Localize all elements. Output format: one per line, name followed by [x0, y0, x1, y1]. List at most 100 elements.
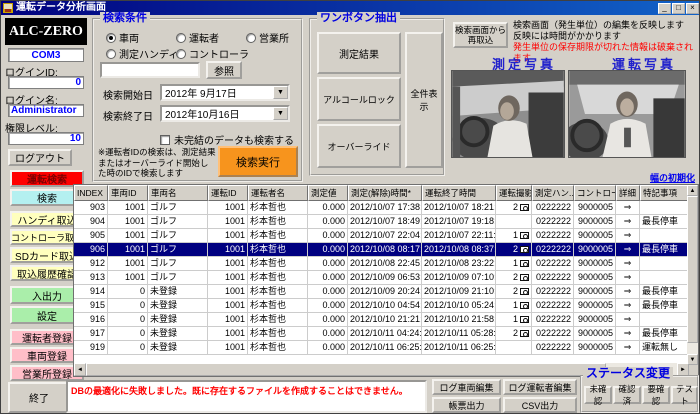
radio-driver[interactable]: 運転者 — [176, 30, 219, 45]
table-cell-value: 0.000 — [308, 327, 348, 341]
log-driver-edit-button[interactable]: ログ運転者編集 — [503, 379, 577, 395]
column-header-detail[interactable]: 詳細 — [616, 185, 640, 201]
table-cell-vehicle_name: 未登録 — [148, 327, 208, 341]
table-cell-note: 運転無し — [640, 341, 689, 355]
table-cell-end_time: 2012/10/08 08:37:23 — [422, 243, 496, 257]
exit-button[interactable]: 終了 — [8, 382, 70, 413]
detail-arrow-cell[interactable]: ⇒ — [616, 257, 640, 271]
scroll-left-icon[interactable]: ◄ — [74, 363, 86, 376]
radio-controller[interactable]: コントローラ — [176, 46, 249, 61]
column-header-end_time[interactable]: 運転終了時間 — [422, 185, 496, 201]
show-all-button[interactable]: 全件表示 — [405, 32, 443, 168]
chevron-down-icon[interactable]: ▼ — [273, 86, 288, 99]
table-cell-value: 0.000 — [308, 201, 348, 215]
table-row[interactable]: 9121001ゴルフ1001杉本哲也0.0002012/10/08 22:45:… — [74, 257, 689, 271]
table-row[interactable]: 9131001ゴルフ1001杉本哲也0.0002012/10/09 06:53:… — [74, 271, 689, 285]
vertical-scroll-thumb[interactable] — [687, 196, 698, 343]
start-date-dropdown[interactable]: 2012年 9月17日 ▼ — [160, 84, 290, 101]
detail-arrow-cell[interactable]: ⇒ — [616, 341, 640, 355]
column-header-handy[interactable]: 測定ハン... — [532, 185, 574, 201]
com-port-field: COM3 — [8, 48, 84, 62]
report-output-button[interactable]: 帳票出力 — [432, 397, 501, 413]
table-cell-index: 906 — [74, 243, 108, 257]
status-needs-check-button[interactable]: 要確認 — [642, 386, 670, 404]
table-row[interactable]: 9041001ゴルフ1001杉本哲也0.0002012/10/07 18:49:… — [74, 215, 689, 229]
column-header-controller[interactable]: コントローラ... — [574, 185, 616, 201]
detail-arrow-cell[interactable]: ⇒ — [616, 299, 640, 313]
table-cell-driver_id: 1001 — [208, 201, 248, 215]
width-reset-link[interactable]: 幅の初期化 — [601, 171, 695, 184]
column-header-index[interactable]: INDEX — [74, 185, 108, 201]
minimize-button[interactable]: _ — [658, 3, 671, 14]
close-button[interactable]: × — [686, 3, 699, 14]
vertical-scrollbar[interactable]: ▲ ▼ — [687, 185, 698, 365]
detail-arrow-cell[interactable]: ⇒ — [616, 271, 640, 285]
table-cell-controller: 9000005 — [574, 341, 616, 355]
detail-arrow-cell[interactable]: ⇒ — [616, 327, 640, 341]
table-row[interactable]: 9150未登録1001杉本哲也0.0002012/10/10 04:54:082… — [74, 299, 689, 313]
detail-arrow-cell[interactable]: ⇒ — [616, 285, 640, 299]
scroll-up-icon[interactable]: ▲ — [687, 185, 698, 196]
detail-arrow-cell[interactable]: ⇒ — [616, 243, 640, 257]
level-field: 10 — [8, 132, 84, 145]
status-confirmed-button[interactable]: 確認済 — [613, 386, 641, 404]
table-cell-vehicle_id: 1001 — [108, 229, 148, 243]
column-header-vehicle_id[interactable]: 車両ID — [108, 185, 148, 201]
table-cell-controller: 9000005 — [574, 215, 616, 229]
status-unconfirmed-button[interactable]: 未確認 — [584, 386, 612, 404]
table-cell-index: 916 — [74, 313, 108, 327]
table-cell-driver_name: 杉本哲也 — [248, 229, 308, 243]
db-error-message: DBの最適化に失敗しました。既に存在するファイルを作成することはできません。 — [66, 380, 427, 413]
column-header-photo_count[interactable]: 運転撮影 — [496, 185, 532, 201]
execute-search-button[interactable]: 検索実行 — [218, 146, 298, 177]
table-cell-end_time: 2012/10/08 23:22:50 — [422, 257, 496, 271]
override-button[interactable]: オーバーライド — [317, 124, 401, 168]
table-row[interactable]: 9190未登録1001杉本哲也0.0002012/10/11 06:25:172… — [74, 341, 689, 355]
search-keyword-input[interactable] — [100, 62, 200, 78]
table-cell-vehicle_name: 未登録 — [148, 299, 208, 313]
column-header-measure_time[interactable]: 測定(解除)時間* — [348, 185, 422, 201]
column-header-vehicle_name[interactable]: 車両名 — [148, 185, 208, 201]
table-row[interactable]: 9160未登録1001杉本哲也0.0002012/10/10 21:21:232… — [74, 313, 689, 327]
table-row[interactable]: 9140未登録1001杉本哲也0.0002012/10/09 20:24:092… — [74, 285, 689, 299]
log-vehicle-edit-button[interactable]: ログ車両編集 — [432, 379, 501, 395]
table-row[interactable]: 9170未登録1001杉本哲也0.0002012/10/11 04:24:422… — [74, 327, 689, 341]
table-cell-vehicle_id: 0 — [108, 285, 148, 299]
table-header-row: INDEX車両ID車両名運転ID運転者名測定値測定(解除)時間*運転終了時間運転… — [74, 185, 689, 201]
column-header-note[interactable]: 特記事項 — [640, 185, 689, 201]
measurement-result-button[interactable]: 測定結果 — [317, 32, 401, 74]
radio-handy[interactable]: 測定ハンディ — [106, 46, 178, 61]
csv-output-button[interactable]: CSV出力 — [503, 397, 577, 413]
radio-office[interactable]: 営業所 — [246, 30, 289, 45]
maximize-button[interactable]: □ — [672, 3, 685, 14]
status-test-button[interactable]: テスト — [671, 386, 698, 404]
radio-vehicle[interactable]: 車両 — [106, 30, 139, 45]
alc-zero-logo: ALC-ZERO — [5, 18, 87, 45]
table-cell-note — [640, 201, 689, 215]
search-conditions-title: 検索条件 — [100, 12, 150, 25]
table-cell-handy: 0222222 — [532, 201, 574, 215]
column-header-driver_id[interactable]: 運転ID — [208, 185, 248, 201]
table-cell-driver_id: 1001 — [208, 299, 248, 313]
browse-button[interactable]: 参照 — [206, 61, 242, 79]
table-cell-driver_name: 杉本哲也 — [248, 299, 308, 313]
horizontal-scroll-thumb[interactable] — [86, 363, 606, 376]
detail-arrow-cell[interactable]: ⇒ — [616, 201, 640, 215]
table-row[interactable]: 9031001ゴルフ1001杉本哲也0.0002012/10/07 17:38:… — [74, 201, 689, 215]
table-cell-handy: 0222222 — [532, 229, 574, 243]
alcohol-lock-button[interactable]: アルコールロック — [317, 77, 401, 121]
column-header-driver_name[interactable]: 運転者名 — [248, 185, 308, 201]
refetch-from-search-button[interactable]: 検索画面から 再取込 — [453, 22, 508, 48]
detail-arrow-cell[interactable]: ⇒ — [616, 313, 640, 327]
logout-button[interactable]: ログアウト — [8, 149, 72, 166]
end-date-dropdown[interactable]: 2012年10月16日 ▼ — [160, 105, 290, 122]
detail-arrow-cell[interactable]: ⇒ — [616, 215, 640, 229]
table-row[interactable]: 9061001ゴルフ1001杉本哲也0.0002012/10/08 08:17:… — [74, 243, 689, 257]
detail-arrow-cell[interactable]: ⇒ — [616, 229, 640, 243]
table-cell-controller: 9000005 — [574, 271, 616, 285]
incomplete-data-checkbox[interactable]: 未完結のデータも検索する — [160, 132, 294, 147]
chevron-down-icon[interactable]: ▼ — [273, 107, 288, 120]
table-cell-photo_count: 2 — [496, 271, 532, 285]
table-row[interactable]: 9051001ゴルフ1001杉本哲也0.0002012/10/07 22:04:… — [74, 229, 689, 243]
column-header-value[interactable]: 測定値 — [308, 185, 348, 201]
